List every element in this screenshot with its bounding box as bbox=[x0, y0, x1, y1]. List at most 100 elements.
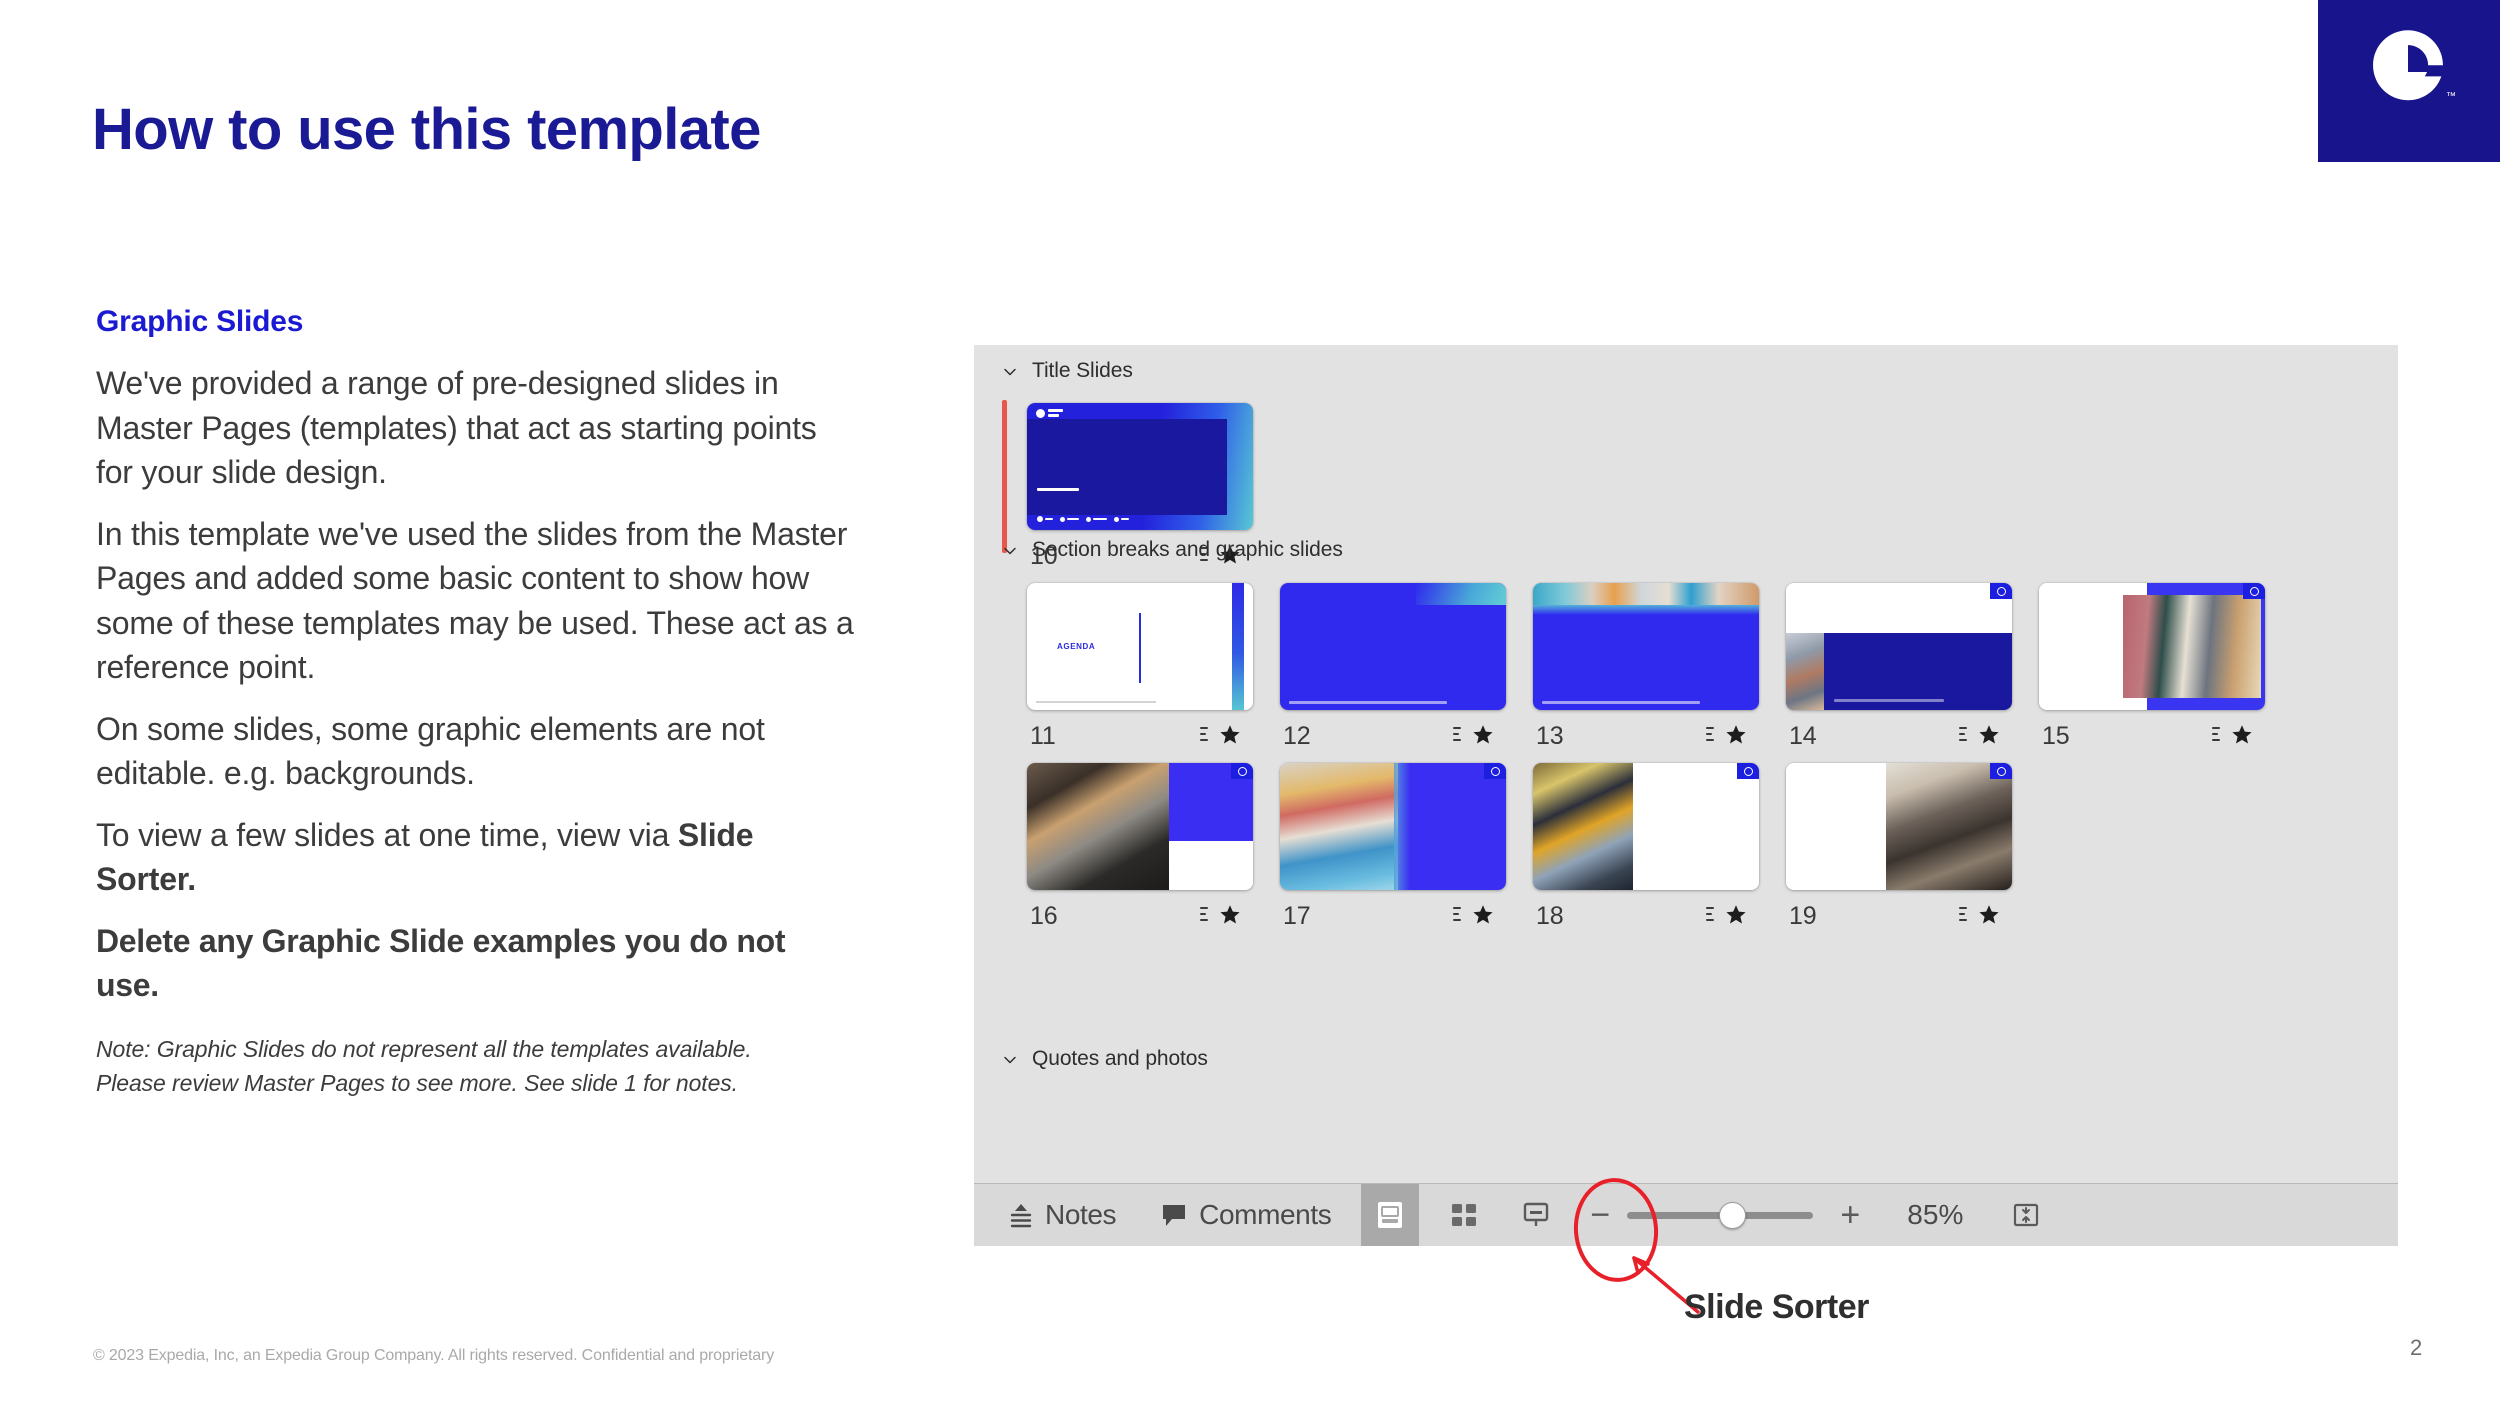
slide-thumbnail-13[interactable]: 13 bbox=[1533, 583, 1759, 752]
slide-preview[interactable] bbox=[2039, 583, 2265, 710]
animation-star-icon[interactable] bbox=[1217, 722, 1243, 748]
transition-icon[interactable] bbox=[1199, 723, 1216, 747]
transition-icon[interactable] bbox=[1958, 723, 1975, 747]
normal-view-button[interactable] bbox=[1361, 1184, 1420, 1246]
mini-white-block bbox=[1169, 841, 1253, 890]
slide-badges[interactable] bbox=[1452, 902, 1496, 928]
mini-logo-icon bbox=[1036, 409, 1045, 418]
brand-logo-block: ™ bbox=[2318, 0, 2500, 162]
animation-star-icon[interactable] bbox=[2229, 722, 2255, 748]
mini-photo-left bbox=[1027, 763, 1169, 890]
transition-icon[interactable] bbox=[1705, 723, 1722, 747]
group-header-title-slides[interactable]: Title Slides bbox=[1002, 359, 1133, 383]
mini-corner-gradient bbox=[1416, 583, 1506, 605]
animation-star-icon[interactable] bbox=[1470, 722, 1496, 748]
slide-thumbnail-11[interactable]: AGENDA 11 bbox=[1027, 583, 1253, 752]
mini-photo-right bbox=[2123, 595, 2261, 698]
mini-corner-logo-badge bbox=[1990, 583, 2012, 599]
thumbnail-meta: 14 bbox=[1786, 722, 2012, 752]
presenter-view-button[interactable] bbox=[1507, 1184, 1565, 1246]
transition-icon[interactable] bbox=[1452, 903, 1469, 927]
slide-sorter-window: Title Slides 10 Section breaks and graph… bbox=[974, 345, 2398, 1246]
slide-preview[interactable] bbox=[1786, 583, 2012, 710]
mini-navy-panel bbox=[1027, 419, 1227, 515]
slide-badges[interactable] bbox=[1958, 722, 2002, 748]
mini-photo-left bbox=[1280, 763, 1398, 890]
animation-star-icon[interactable] bbox=[1976, 902, 2002, 928]
mini-corner-logo-badge bbox=[2243, 583, 2265, 599]
presenter-view-icon bbox=[1524, 1202, 1549, 1226]
slide-badges[interactable] bbox=[1199, 722, 1243, 748]
mini-footer-rule bbox=[1036, 701, 1156, 703]
slide-preview[interactable] bbox=[1280, 763, 1506, 890]
mini-photo-left bbox=[1533, 763, 1633, 890]
notes-icon bbox=[1010, 1204, 1032, 1228]
slide-thumbnail-16[interactable]: 16 bbox=[1027, 763, 1253, 932]
animation-star-icon[interactable] bbox=[1976, 722, 2002, 748]
slide-preview[interactable] bbox=[1786, 763, 2012, 890]
page-number: 2 bbox=[2410, 1335, 2423, 1360]
thumbnail-meta: 19 bbox=[1786, 902, 2012, 932]
zoom-in-button[interactable]: + bbox=[1831, 1184, 1869, 1246]
slide-badges[interactable] bbox=[1452, 722, 1496, 748]
notes-button[interactable]: Notes bbox=[974, 1184, 1132, 1246]
animation-star-icon[interactable] bbox=[1723, 902, 1749, 928]
mini-logo-text-a bbox=[1048, 409, 1063, 412]
slide-badges[interactable] bbox=[1705, 722, 1749, 748]
thumbnail-meta: 15 bbox=[2039, 722, 2265, 752]
chevron-down-icon bbox=[1004, 1056, 1016, 1064]
slide-sorter-view-button[interactable] bbox=[1435, 1184, 1493, 1246]
chevron-down-icon bbox=[1004, 547, 1016, 555]
slide-number: 19 bbox=[1789, 902, 1817, 930]
mini-footer-ticks bbox=[1834, 699, 1944, 702]
slide-thumbnail-19[interactable]: 19 bbox=[1786, 763, 2012, 932]
mini-vertical-rule bbox=[1139, 613, 1141, 683]
mini-right-white-edge bbox=[1244, 583, 1253, 710]
group-header-section-breaks[interactable]: Section breaks and graphic slides bbox=[1002, 538, 1343, 562]
mini-blue-right bbox=[1398, 763, 1506, 890]
slide-thumbnail-18[interactable]: 18 bbox=[1533, 763, 1759, 932]
animation-star-icon[interactable] bbox=[1723, 722, 1749, 748]
left-text-column: Graphic Slides We've provided a range of… bbox=[96, 305, 856, 1100]
slide-badges[interactable] bbox=[2211, 722, 2255, 748]
slide-preview[interactable] bbox=[1280, 583, 1506, 710]
slide-preview[interactable] bbox=[1533, 583, 1759, 710]
fit-to-window-button[interactable] bbox=[1997, 1184, 2055, 1246]
slide-thumbnail-12[interactable]: 12 bbox=[1280, 583, 1506, 752]
transition-icon[interactable] bbox=[1958, 903, 1975, 927]
transition-icon[interactable] bbox=[1705, 903, 1722, 927]
fit-to-window-icon bbox=[2014, 1203, 2039, 1227]
footer-copyright: © 2023 Expedia, Inc, an Expedia Group Co… bbox=[93, 1347, 775, 1364]
animation-star-icon[interactable] bbox=[1217, 902, 1243, 928]
mini-footer-ticks bbox=[1289, 701, 1448, 704]
slide-number: 17 bbox=[1283, 902, 1311, 930]
section-heading: Graphic Slides bbox=[96, 305, 304, 338]
transition-icon[interactable] bbox=[2211, 723, 2228, 747]
animation-star-icon[interactable] bbox=[1470, 902, 1496, 928]
comments-button[interactable]: Comments bbox=[1132, 1184, 1347, 1246]
slide-preview[interactable]: AGENDA bbox=[1027, 583, 1253, 710]
zoom-slider-knob[interactable] bbox=[1719, 1201, 1747, 1229]
slide-number: 18 bbox=[1536, 902, 1564, 930]
slide-preview[interactable] bbox=[1027, 763, 1253, 890]
paragraph-slide-sorter: To view a few slides at one time, view v… bbox=[96, 813, 856, 902]
group-header-quotes-photos[interactable]: Quotes and photos bbox=[1002, 1047, 1208, 1071]
slide-badges[interactable] bbox=[1705, 902, 1749, 928]
slide-sorter-callout-label: Slide Sorter bbox=[1684, 1288, 1869, 1326]
thumbnail-meta: 12 bbox=[1280, 722, 1506, 752]
thumbnail-meta: 16 bbox=[1027, 902, 1253, 932]
slide-preview[interactable] bbox=[1027, 403, 1253, 530]
slide-badges[interactable] bbox=[1958, 902, 2002, 928]
transition-icon[interactable] bbox=[1452, 723, 1469, 747]
slide-thumbnail-14[interactable]: 14 bbox=[1786, 583, 2012, 752]
slide-thumbnail-15[interactable]: 15 bbox=[2039, 583, 2265, 752]
thumbnail-meta: 18 bbox=[1533, 902, 1759, 932]
paragraph-master-pages: In this template we've used the slides f… bbox=[96, 515, 854, 686]
status-bar: Notes Comments − + 85% bbox=[974, 1183, 2398, 1246]
transition-icon[interactable] bbox=[1199, 903, 1216, 927]
slide-badges[interactable] bbox=[1199, 902, 1243, 928]
slide-preview[interactable] bbox=[1533, 763, 1759, 890]
mini-title-rule bbox=[1037, 488, 1079, 491]
mini-agenda-label: AGENDA bbox=[1057, 642, 1096, 651]
slide-thumbnail-17[interactable]: 17 bbox=[1280, 763, 1506, 932]
